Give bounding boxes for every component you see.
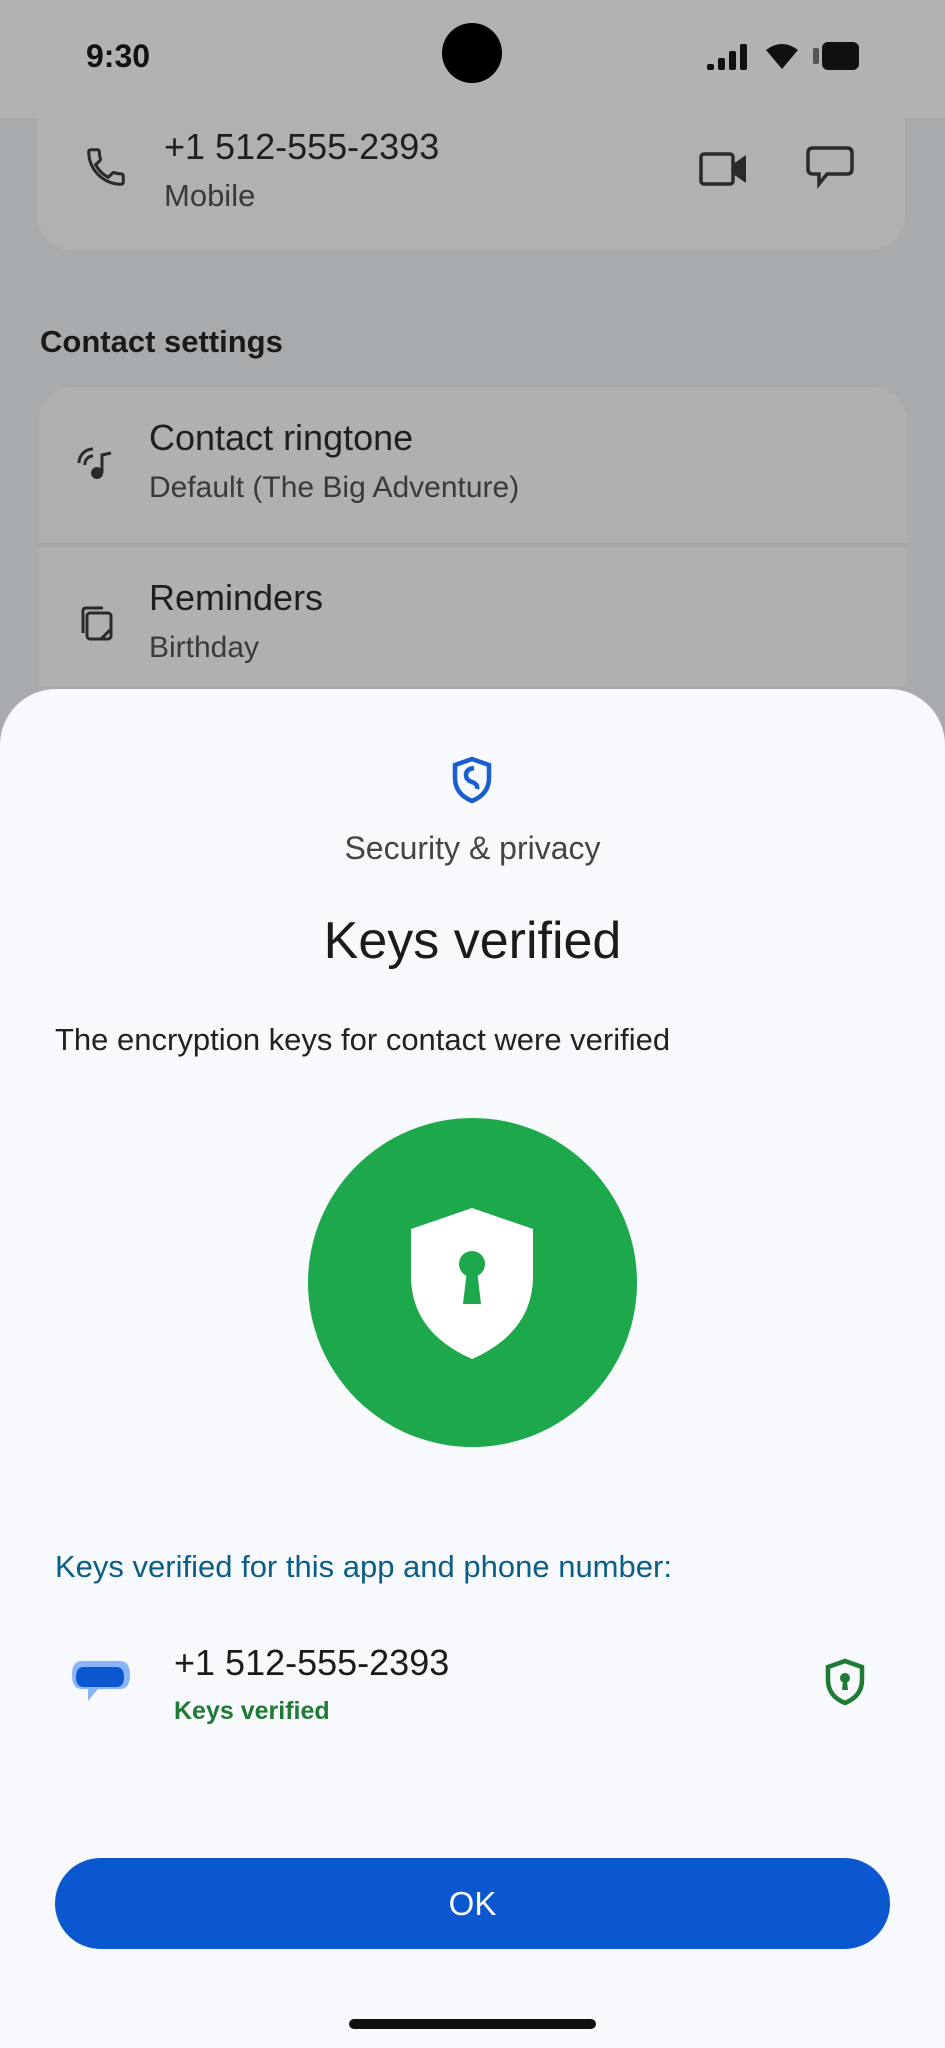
setting-reminders[interactable]: Reminders Birthday xyxy=(39,547,907,687)
keys-verified-heading: Keys verified for this app and phone num… xyxy=(55,1549,672,1584)
verified-status-text: Keys verified xyxy=(174,1697,330,1725)
ok-button[interactable]: OK xyxy=(55,1858,890,1949)
setting-label: Reminders xyxy=(149,577,324,618)
status-bar: 9:30 xyxy=(0,0,945,118)
wifi-icon xyxy=(766,44,798,69)
ringtone-icon xyxy=(77,447,112,479)
sheet-description: The encryption keys for contact were ver… xyxy=(55,1022,671,1057)
message-icon[interactable] xyxy=(805,142,855,192)
verified-small-shield-icon xyxy=(825,1658,865,1706)
setting-label: Contact ringtone xyxy=(149,417,414,458)
setting-value: Birthday xyxy=(149,631,260,664)
phone-card[interactable]: +1 512-555-2393 Mobile xyxy=(37,118,905,250)
keys-verified-sheet: Security & privacy Keys verified The enc… xyxy=(0,689,945,2048)
messages-app-icon xyxy=(72,1661,130,1701)
setting-contact-ringtone[interactable]: Contact ringtone Default (The Big Advent… xyxy=(39,387,907,547)
phone-type: Mobile xyxy=(164,178,256,213)
security-shield-icon xyxy=(452,756,492,804)
phone-icon[interactable] xyxy=(83,144,129,190)
status-icons xyxy=(707,42,859,70)
signal-icon xyxy=(707,44,747,70)
sheet-title: Keys verified xyxy=(323,912,622,970)
verified-phone-number: +1 512-555-2393 xyxy=(174,1642,450,1683)
status-time: 9:30 xyxy=(86,38,151,74)
verified-badge xyxy=(308,1118,637,1447)
section-title-contact-settings: Contact settings xyxy=(40,324,283,359)
battery-icon xyxy=(813,42,859,70)
video-call-icon[interactable] xyxy=(699,146,749,192)
home-indicator[interactable] xyxy=(349,2019,596,2029)
camera-cutout xyxy=(442,23,502,83)
phone-number: +1 512-555-2393 xyxy=(164,126,440,167)
contact-settings-card: Contact ringtone Default (The Big Advent… xyxy=(39,387,907,687)
verified-lock-shield-icon xyxy=(411,1208,533,1359)
reminders-icon xyxy=(81,606,113,641)
setting-value: Default (The Big Adventure) xyxy=(149,471,520,504)
sheet-subtitle: Security & privacy xyxy=(344,830,601,866)
